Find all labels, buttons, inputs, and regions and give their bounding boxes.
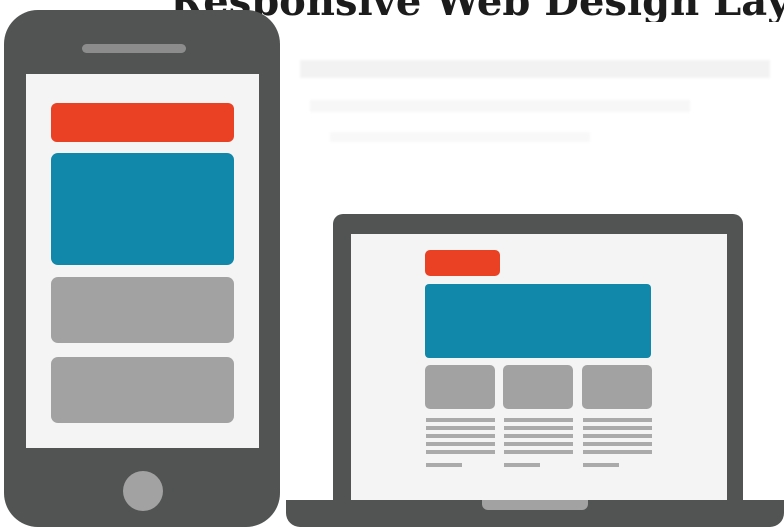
laptop-trackpad-notch <box>482 500 588 510</box>
laptop-column-block <box>503 365 573 409</box>
phone-content-block <box>51 357 234 423</box>
text-line <box>583 418 652 422</box>
text-line <box>583 463 619 467</box>
background-smudge <box>310 100 690 112</box>
text-line <box>583 450 652 454</box>
phone-home-button <box>123 471 163 511</box>
text-line <box>426 442 495 446</box>
text-line <box>504 442 573 446</box>
phone-hero-block <box>51 153 234 265</box>
text-line <box>426 418 495 422</box>
laptop-column-block <box>582 365 652 409</box>
text-line <box>583 442 652 446</box>
text-line <box>426 450 495 454</box>
text-line <box>504 463 540 467</box>
phone-speaker <box>82 44 186 53</box>
laptop-column-block <box>425 365 495 409</box>
phone-content-block <box>51 277 234 343</box>
text-line <box>504 418 573 422</box>
background-smudge <box>330 132 590 142</box>
text-line <box>504 426 573 430</box>
phone-header-block <box>51 103 234 142</box>
text-line <box>426 463 462 467</box>
laptop-hero-block <box>425 284 651 358</box>
background-smudge <box>300 60 770 78</box>
text-line <box>504 450 573 454</box>
text-line <box>504 434 573 438</box>
laptop-header-block <box>425 250 500 276</box>
text-line <box>583 426 652 430</box>
text-line <box>583 434 652 438</box>
text-line <box>426 426 495 430</box>
text-line <box>426 434 495 438</box>
